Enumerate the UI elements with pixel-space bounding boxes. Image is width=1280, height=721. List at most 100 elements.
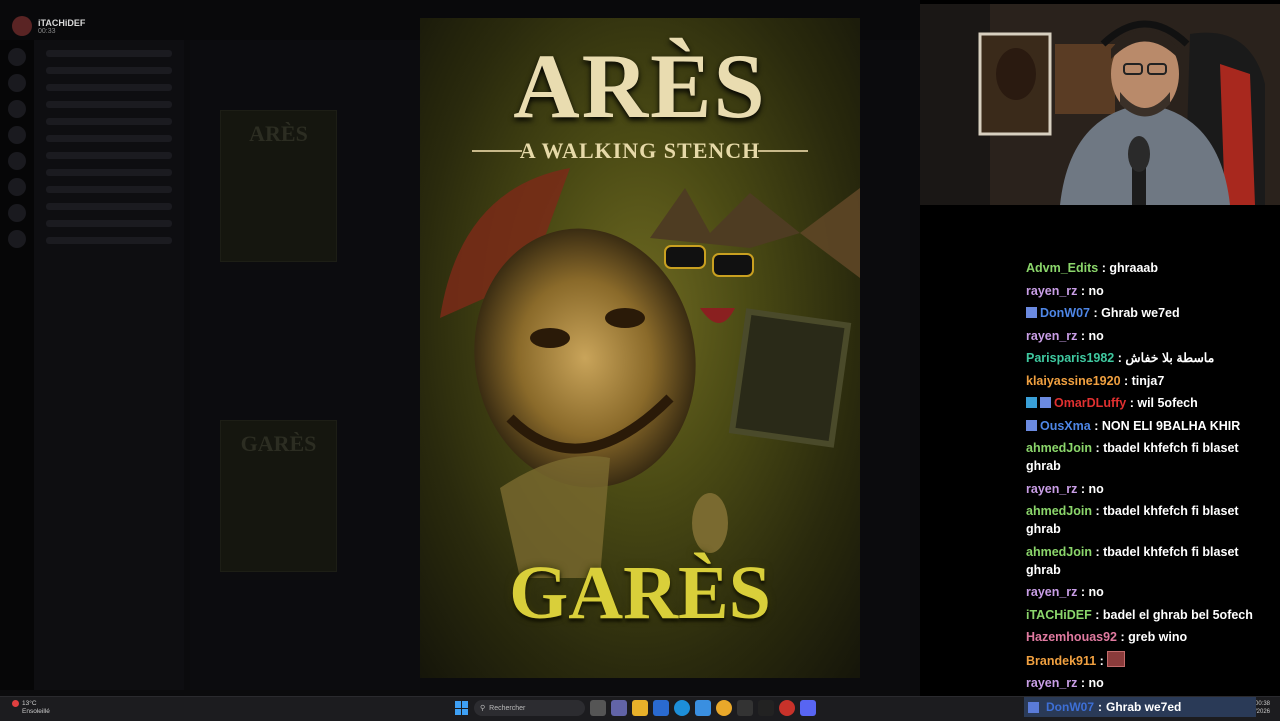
chat-username[interactable]: rayen_rz (1026, 284, 1077, 298)
chat-username[interactable]: iTACHiDEF (1026, 608, 1092, 622)
thumbnail-title: ARÈS (249, 121, 308, 146)
weather-icon (12, 700, 19, 707)
teams-icon[interactable] (611, 700, 627, 716)
server-icon[interactable] (8, 48, 26, 66)
chat-text: Ghrab we7ed (1101, 306, 1180, 320)
chat-text: greb wino (1128, 630, 1188, 644)
weather-desc: Ensoleillé (22, 708, 50, 716)
chat-username[interactable]: OusXma (1040, 419, 1091, 433)
channel-list (34, 40, 184, 690)
poster-subtitle: A WALKING STENCH (519, 138, 761, 163)
chat-separator: : (1077, 283, 1089, 298)
chat-text: ghraaab (1109, 261, 1158, 275)
chat-separator: : (1091, 607, 1103, 622)
chat-message: rayen_rz : no (1026, 282, 1276, 300)
record-icon[interactable] (779, 700, 795, 716)
chat-separator: : (1120, 373, 1132, 388)
chat-message: ahmedJoin : tbadel khfefch fi blaset ghr… (1026, 543, 1276, 579)
chat-separator: : (1098, 261, 1110, 275)
chat-username[interactable]: ahmedJoin (1026, 441, 1092, 455)
server-icon[interactable] (8, 100, 26, 118)
image-thumbnail[interactable]: ARÈS (220, 110, 337, 262)
chat-username[interactable]: Hazemhouas92 (1026, 630, 1117, 644)
chat-separator: : (1117, 630, 1129, 644)
store-icon[interactable] (653, 700, 669, 716)
taskbar-search[interactable]: ⚲ Rechercher (474, 700, 585, 716)
image-thumbnail[interactable]: GARÈS (220, 420, 337, 572)
channel-item[interactable] (46, 152, 172, 159)
server-list (0, 40, 34, 690)
chat-separator: : (1090, 306, 1102, 320)
channel-item[interactable] (46, 237, 172, 244)
channel-item[interactable] (46, 67, 172, 74)
server-icon[interactable] (8, 178, 26, 196)
channel-item[interactable] (46, 118, 172, 125)
ticker-text: Ghrab we7ed (1106, 700, 1182, 714)
chat-message: DonW07 : Ghrab we7ed (1026, 304, 1276, 322)
chat-message: klaiyassine1920 : tinja7 (1026, 372, 1276, 390)
emote-icon (1107, 650, 1126, 667)
chat-username[interactable]: klaiyassine1920 (1026, 374, 1121, 388)
mail-icon[interactable] (695, 700, 711, 716)
streamer-user: iTACHiDEF 00:33 (12, 16, 85, 36)
channel-item[interactable] (46, 84, 172, 91)
chat-username[interactable]: rayen_rz (1026, 329, 1077, 343)
discord-chat: ARÈS GARÈS (190, 40, 420, 690)
channel-item[interactable] (46, 220, 172, 227)
chat-separator: : (1092, 441, 1104, 455)
channel-item[interactable] (46, 135, 172, 142)
chat-text: wil 5ofech (1137, 396, 1198, 410)
epic-games-icon[interactable] (758, 700, 774, 716)
chat-ticker: DonW07 : Ghrab we7ed (1024, 697, 1256, 717)
streamer-name: iTACHiDEF (38, 17, 86, 28)
chat-text: no (1088, 585, 1104, 599)
chat-username[interactable]: rayen_rz (1026, 676, 1077, 690)
obs-icon[interactable] (737, 700, 753, 716)
chat-text: no (1088, 328, 1104, 343)
search-placeholder: Rechercher (489, 704, 526, 712)
weather-widget[interactable]: 13°C Ensoleillé (12, 700, 50, 716)
chat-username[interactable]: ahmedJoin (1026, 504, 1092, 518)
chat-username[interactable]: rayen_rz (1026, 482, 1077, 496)
chat-text: NON ELI 9BALHA KHIR (1101, 418, 1241, 433)
channel-item[interactable] (46, 50, 172, 57)
file-explorer-icon[interactable] (632, 700, 648, 716)
server-icon[interactable] (8, 204, 26, 222)
discord-icon[interactable] (800, 700, 816, 716)
chat-username[interactable]: rayen_rz (1026, 585, 1077, 599)
server-icon[interactable] (8, 74, 26, 92)
chat-message: ahmedJoin : tbadel khfefch fi blaset ghr… (1026, 439, 1276, 475)
search-icon: ⚲ (480, 705, 486, 712)
music-note-icon (1040, 397, 1051, 408)
server-icon[interactable] (8, 126, 26, 144)
chat-username[interactable]: Parisparis1982 (1026, 351, 1114, 365)
edge-icon[interactable] (674, 700, 690, 716)
chat-message: rayen_rz : no (1026, 480, 1276, 498)
chrome-icon[interactable] (716, 700, 732, 716)
streamer-time: 00:33 (38, 27, 56, 35)
music-note-icon (1026, 419, 1037, 431)
chat-message: Hazemhouas92 : greb wino (1026, 628, 1276, 646)
channel-item[interactable] (46, 203, 172, 210)
channel-item[interactable] (46, 169, 172, 176)
task-view-icon[interactable] (590, 700, 606, 716)
cube-icon (1026, 397, 1037, 408)
chat-username[interactable]: ahmedJoin (1026, 545, 1092, 559)
chat-username[interactable]: DonW07 (1040, 306, 1090, 320)
chat-username[interactable]: Advm_Edits (1026, 261, 1098, 275)
music-note-icon (1028, 701, 1039, 713)
stream-chat: Advm_Edits : ghraaab rayen_rz : no DonW07 … (1026, 259, 1276, 697)
chat-text: no (1088, 481, 1104, 496)
avatar (12, 16, 32, 36)
windows-start-icon[interactable] (455, 701, 469, 715)
server-icon[interactable] (8, 230, 26, 248)
chat-username[interactable]: OmarDLuffy (1054, 396, 1126, 410)
chat-username[interactable]: Brandek911 (1026, 654, 1096, 668)
chat-text: badel el ghrab bel 5ofech (1102, 607, 1253, 622)
poster-image[interactable]: ARÈS A WALKING STENCH GARÈS (420, 18, 860, 678)
webcam-scene (920, 4, 1280, 205)
channel-item[interactable] (46, 101, 172, 108)
channel-item[interactable] (46, 186, 172, 193)
server-icon[interactable] (8, 152, 26, 170)
chat-separator: : (1077, 676, 1089, 690)
